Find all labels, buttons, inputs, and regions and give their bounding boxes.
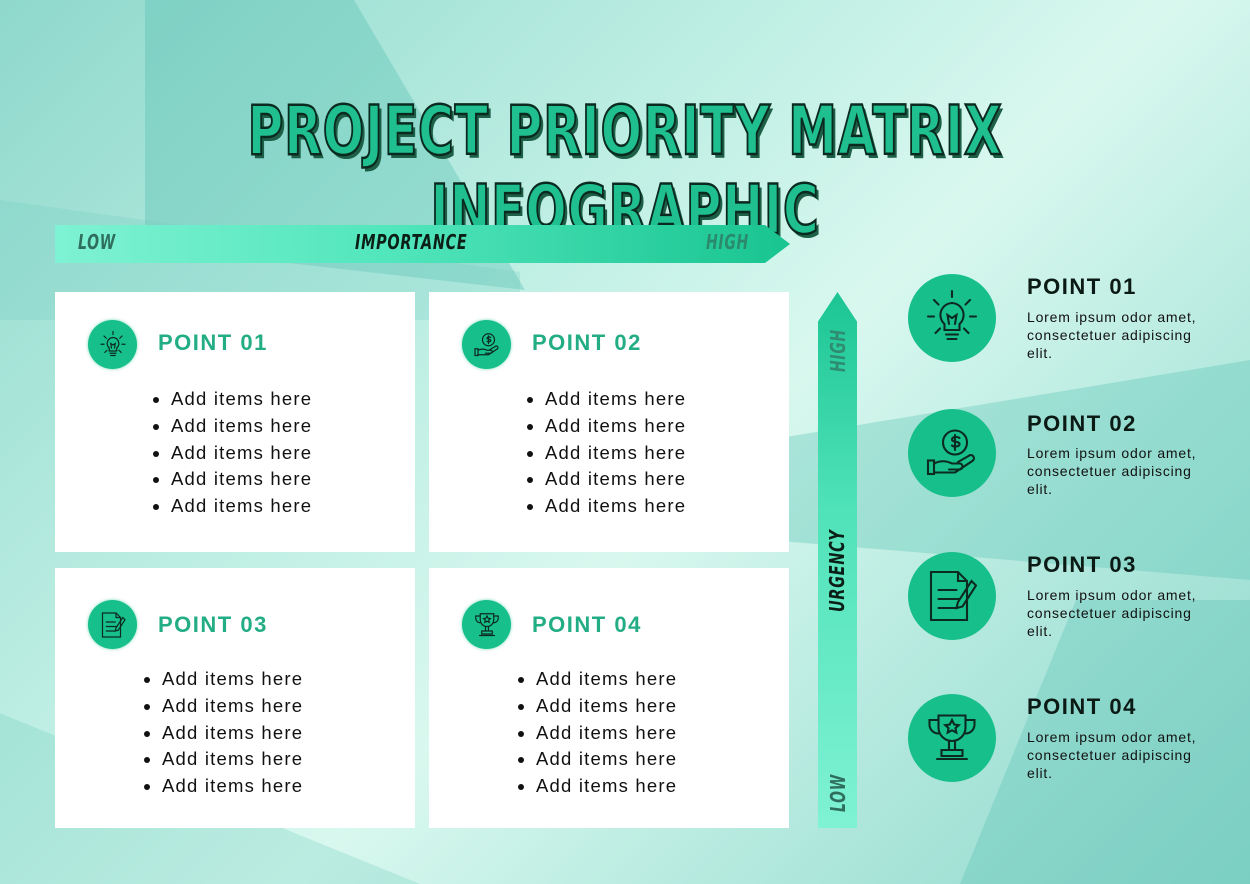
legend-item-2: POINT 02 Lorem ipsum odor amet, consecte… [908, 409, 1228, 499]
legend-description: Lorem ipsum odor amet, consectetuer adip… [1027, 587, 1197, 639]
list-item: Add items here [162, 746, 303, 773]
list-item: Add items here [171, 386, 312, 413]
urgency-low-label: LOW [826, 774, 850, 812]
quadrant-title: POINT 01 [158, 330, 268, 355]
legend-item-1: POINT 01 Lorem ipsum odor amet, consecte… [908, 274, 1228, 364]
legend-title: POINT 02 [1027, 411, 1137, 436]
trophy-icon [462, 600, 511, 649]
list-item: Add items here [536, 720, 677, 747]
lightbulb-icon [908, 274, 996, 362]
legend-title: POINT 01 [1027, 274, 1137, 299]
urgency-axis-title: URGENCY [825, 529, 849, 612]
document-pen-icon [88, 600, 137, 649]
list-item: Add items here [162, 666, 303, 693]
lightbulb-icon [88, 320, 137, 369]
list-item: Add items here [536, 773, 677, 800]
document-pen-icon [908, 552, 996, 640]
quadrant-card-2: POINT 02 Add items here Add items here A… [429, 292, 789, 552]
importance-low-label: LOW [78, 230, 116, 254]
quadrant-title: POINT 03 [158, 612, 268, 637]
legend-item-4: POINT 04 Lorem ipsum odor amet, consecte… [908, 694, 1228, 784]
list-item: Add items here [545, 493, 686, 520]
importance-high-label: HIGH [706, 230, 749, 254]
importance-axis-title: IMPORTANCE [355, 230, 468, 254]
list-item: Add items here [171, 493, 312, 520]
list-item: Add items here [536, 746, 677, 773]
legend-description: Lorem ipsum odor amet, consectetuer adip… [1027, 309, 1197, 361]
money-hand-icon [462, 320, 511, 369]
quadrant-title: POINT 04 [532, 612, 642, 637]
quadrant-card-4: POINT 04 Add items here Add items here A… [429, 568, 789, 828]
quadrant-item-list: Add items here Add items here Add items … [151, 386, 312, 520]
quadrant-item-list: Add items here Add items here Add items … [516, 666, 677, 800]
list-item: Add items here [171, 413, 312, 440]
list-item: Add items here [162, 773, 303, 800]
legend-title: POINT 04 [1027, 694, 1137, 719]
legend-description: Lorem ipsum odor amet, consectetuer adip… [1027, 729, 1197, 781]
quadrant-title: POINT 02 [532, 330, 642, 355]
quadrant-card-3: POINT 03 Add items here Add items here A… [55, 568, 415, 828]
money-hand-icon [908, 409, 996, 497]
quadrant-card-1: POINT 01 Add items here Add items here A… [55, 292, 415, 552]
list-item: Add items here [162, 693, 303, 720]
list-item: Add items here [545, 386, 686, 413]
legend-item-3: POINT 03 Lorem ipsum odor amet, consecte… [908, 552, 1228, 642]
legend-description: Lorem ipsum odor amet, consectetuer adip… [1027, 445, 1197, 497]
list-item: Add items here [171, 440, 312, 467]
list-item: Add items here [545, 466, 686, 493]
list-item: Add items here [536, 693, 677, 720]
quadrant-item-list: Add items here Add items here Add items … [142, 666, 303, 800]
legend-title: POINT 03 [1027, 552, 1137, 577]
list-item: Add items here [545, 413, 686, 440]
list-item: Add items here [171, 466, 312, 493]
urgency-high-label: HIGH [826, 329, 850, 372]
list-item: Add items here [536, 666, 677, 693]
trophy-icon [908, 694, 996, 782]
list-item: Add items here [545, 440, 686, 467]
list-item: Add items here [162, 720, 303, 747]
quadrant-item-list: Add items here Add items here Add items … [525, 386, 686, 520]
